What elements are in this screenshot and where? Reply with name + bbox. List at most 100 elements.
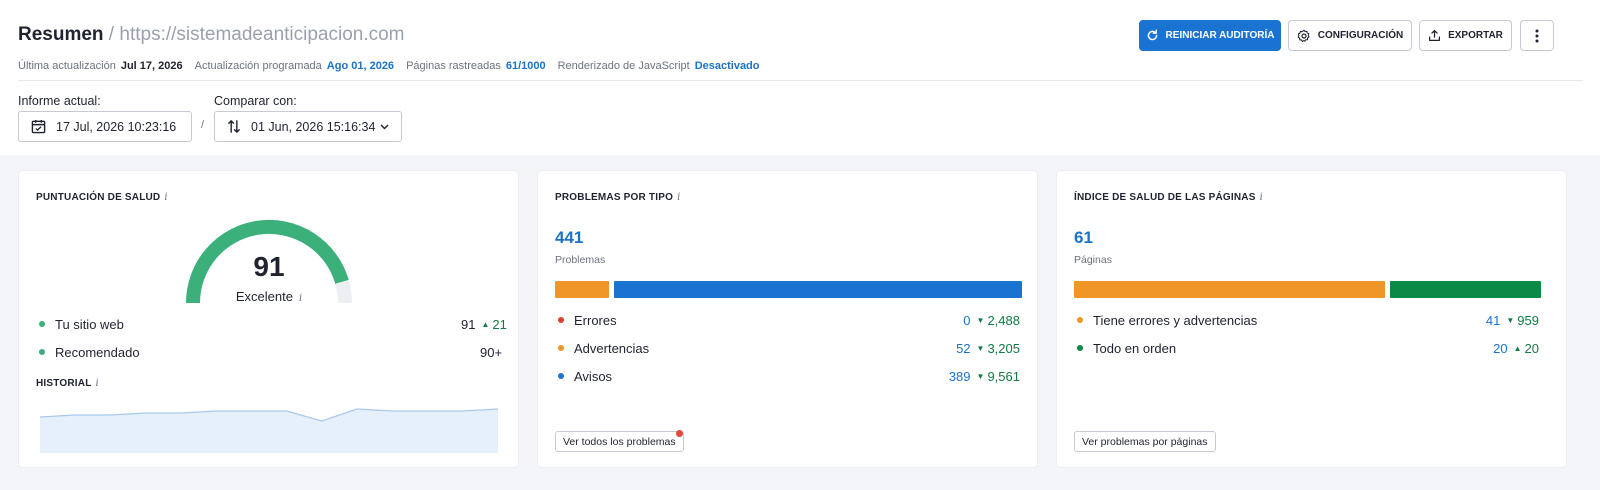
pages-with-issues-values: 41 ▼ 959: [1486, 311, 1539, 329]
pages-with-issues-row: Tiene errores y advertencias: [1077, 311, 1257, 329]
errors-label: Errores: [574, 312, 617, 328]
js-rendering-link[interactable]: Desactivado: [695, 60, 760, 72]
delta-badge: ▲ 20: [1513, 340, 1539, 356]
your-site-values: 91 ▲ 21: [461, 315, 507, 333]
compare-report-select[interactable]: 01 Jun, 2026 15:16:34: [214, 111, 402, 142]
last-update-label: Última actualización: [18, 60, 116, 72]
warnings-row: Advertencias: [558, 339, 649, 357]
problems-total[interactable]: 441: [555, 228, 583, 248]
healthy-pages-label: Todo en orden: [1093, 340, 1177, 356]
page-health-title: ÍNDICE DE SALUD DE LAS PÁGINAS i: [1074, 192, 1263, 203]
legend-dot: [1077, 317, 1083, 323]
legend-dot: [39, 321, 45, 327]
healthy-pages-row: Todo en orden: [1077, 339, 1176, 357]
delta-badge: ▼ 959: [1506, 312, 1539, 328]
warnings-values: 52 ▼ 3,205: [956, 339, 1020, 357]
settings-button[interactable]: CONFIGURACIÓN: [1288, 20, 1412, 51]
project-url[interactable]: https://sistemadeanticipacion.com: [119, 24, 404, 45]
swap-arrows-icon: [228, 120, 240, 133]
last-update-value: Jul 17, 2026: [120, 60, 183, 72]
header-divider: [18, 80, 1583, 81]
problems-by-type-card: PROBLEMAS POR TIPO i 441 Problemas Errore…: [537, 170, 1038, 468]
health-score-card: PUNTUACIÓN DE SALUD i 91 Excelente i Tu si…: [18, 170, 519, 468]
notices-row: Avisos: [558, 367, 612, 385]
notification-dot: [676, 430, 683, 437]
export-label: EXPORTAR: [1448, 30, 1503, 41]
legend-dot: [39, 349, 45, 355]
report-separator: /: [201, 119, 205, 131]
info-icon[interactable]: i: [299, 293, 302, 304]
legend-dot: [558, 345, 564, 351]
legend-dot: [558, 317, 564, 323]
arrow-up-icon: ▲: [1513, 343, 1522, 353]
page-health-index-card: ÍNDICE DE SALUD DE LAS PÁGINAS i 61 Págin…: [1056, 170, 1567, 468]
problems-title: PROBLEMAS POR TIPO i: [555, 192, 681, 203]
problems-total-label: Problemas: [555, 254, 606, 266]
info-icon[interactable]: i: [677, 192, 680, 203]
arrow-down-icon: ▼: [976, 371, 985, 381]
notices-count[interactable]: 389: [949, 369, 971, 384]
pages-stacked-bar: [1074, 281, 1541, 298]
current-report-label: Informe actual:: [18, 94, 101, 108]
scheduled-update-link[interactable]: Ago 01, 2026: [327, 60, 394, 72]
arrow-down-icon: ▼: [976, 343, 985, 353]
info-icon[interactable]: i: [1260, 192, 1263, 203]
settings-label: CONFIGURACIÓN: [1317, 30, 1404, 41]
js-rendering-label: Renderizado de JavaScript: [557, 60, 690, 72]
crawled-pages-link[interactable]: 61/1000: [506, 60, 546, 72]
title-separator: /: [103, 24, 120, 45]
pages-total-label: Páginas: [1074, 254, 1112, 266]
notices-label: Avisos: [574, 368, 613, 384]
page-title-text: Resumen: [18, 24, 104, 45]
bar-segment-advertencias[interactable]: [555, 281, 610, 298]
your-site-score: 91: [461, 316, 476, 332]
errors-count[interactable]: 0: [963, 313, 970, 328]
delta-badge: ▼ 3,205: [976, 340, 1020, 356]
gear-icon: [1297, 29, 1310, 42]
info-icon[interactable]: i: [164, 192, 167, 203]
warnings-count[interactable]: 52: [956, 341, 970, 356]
notices-values: 389 ▼ 9,561: [949, 367, 1020, 385]
errors-values: 0 ▼ 2,488: [963, 311, 1020, 329]
delta-badge: ▼ 9,561: [976, 368, 1020, 384]
bar-segment-tiene-errores-y-advertencias[interactable]: [1074, 281, 1385, 298]
health-score-rating: Excelente i: [235, 289, 303, 304]
crawled-pages-label: Páginas rastreadas: [406, 60, 501, 72]
page-title: Resumen / https://sistemadeanticipacion.…: [18, 24, 405, 46]
legend-dot: [1077, 345, 1083, 351]
arrow-down-icon: ▼: [1506, 315, 1515, 325]
chevron-down-icon: [380, 124, 389, 130]
pages-with-issues-count[interactable]: 41: [1486, 313, 1500, 328]
pages-with-issues-label: Tiene errores y advertencias: [1093, 312, 1258, 328]
history-title: HISTORIAL i: [36, 378, 99, 389]
warnings-label: Advertencias: [574, 340, 650, 356]
errors-row: Errores: [558, 311, 617, 329]
kebab-menu-icon: [1535, 29, 1539, 42]
calendar-icon: [31, 119, 46, 134]
delta-badge: ▲ 21: [481, 316, 507, 332]
healthy-pages-count[interactable]: 20: [1493, 341, 1507, 356]
restart-audit-label: REINICIAR AUDITORÍA: [1165, 30, 1275, 41]
pages-total[interactable]: 61: [1074, 228, 1093, 248]
bar-segment-avisos[interactable]: [614, 281, 1022, 298]
restart-audit-button[interactable]: REINICIAR AUDITORÍA: [1139, 20, 1281, 51]
info-icon[interactable]: i: [96, 378, 99, 389]
current-report-select[interactable]: 17 Jul, 2026 10:23:16: [18, 111, 192, 142]
healthy-pages-values: 20 ▲ 20: [1493, 339, 1539, 357]
export-button[interactable]: EXPORTAR: [1419, 20, 1512, 51]
your-site-row: Tu sitio web: [39, 315, 124, 333]
problems-stacked-bar: [555, 281, 1022, 298]
more-options-button[interactable]: [1520, 20, 1554, 51]
compare-report-value: 01 Jun, 2026 15:16:34: [251, 119, 376, 134]
current-report-value: 17 Jul, 2026 10:23:16: [56, 119, 177, 134]
arrow-up-icon: ▲: [481, 319, 490, 329]
refresh-icon: [1147, 29, 1157, 41]
bar-segment-todo-en-orden[interactable]: [1389, 281, 1541, 298]
view-problems-by-page-button[interactable]: Ver problemas por páginas: [1074, 431, 1216, 452]
recommended-label: Recomendado: [55, 344, 140, 360]
view-all-problems-button[interactable]: Ver todos los problemas: [555, 431, 684, 452]
health-score-title: PUNTUACIÓN DE SALUD i: [36, 192, 168, 203]
upload-icon: [1429, 30, 1441, 41]
scheduled-update-label: Actualización programada: [194, 60, 322, 72]
recommended-values: 90+: [480, 343, 502, 361]
